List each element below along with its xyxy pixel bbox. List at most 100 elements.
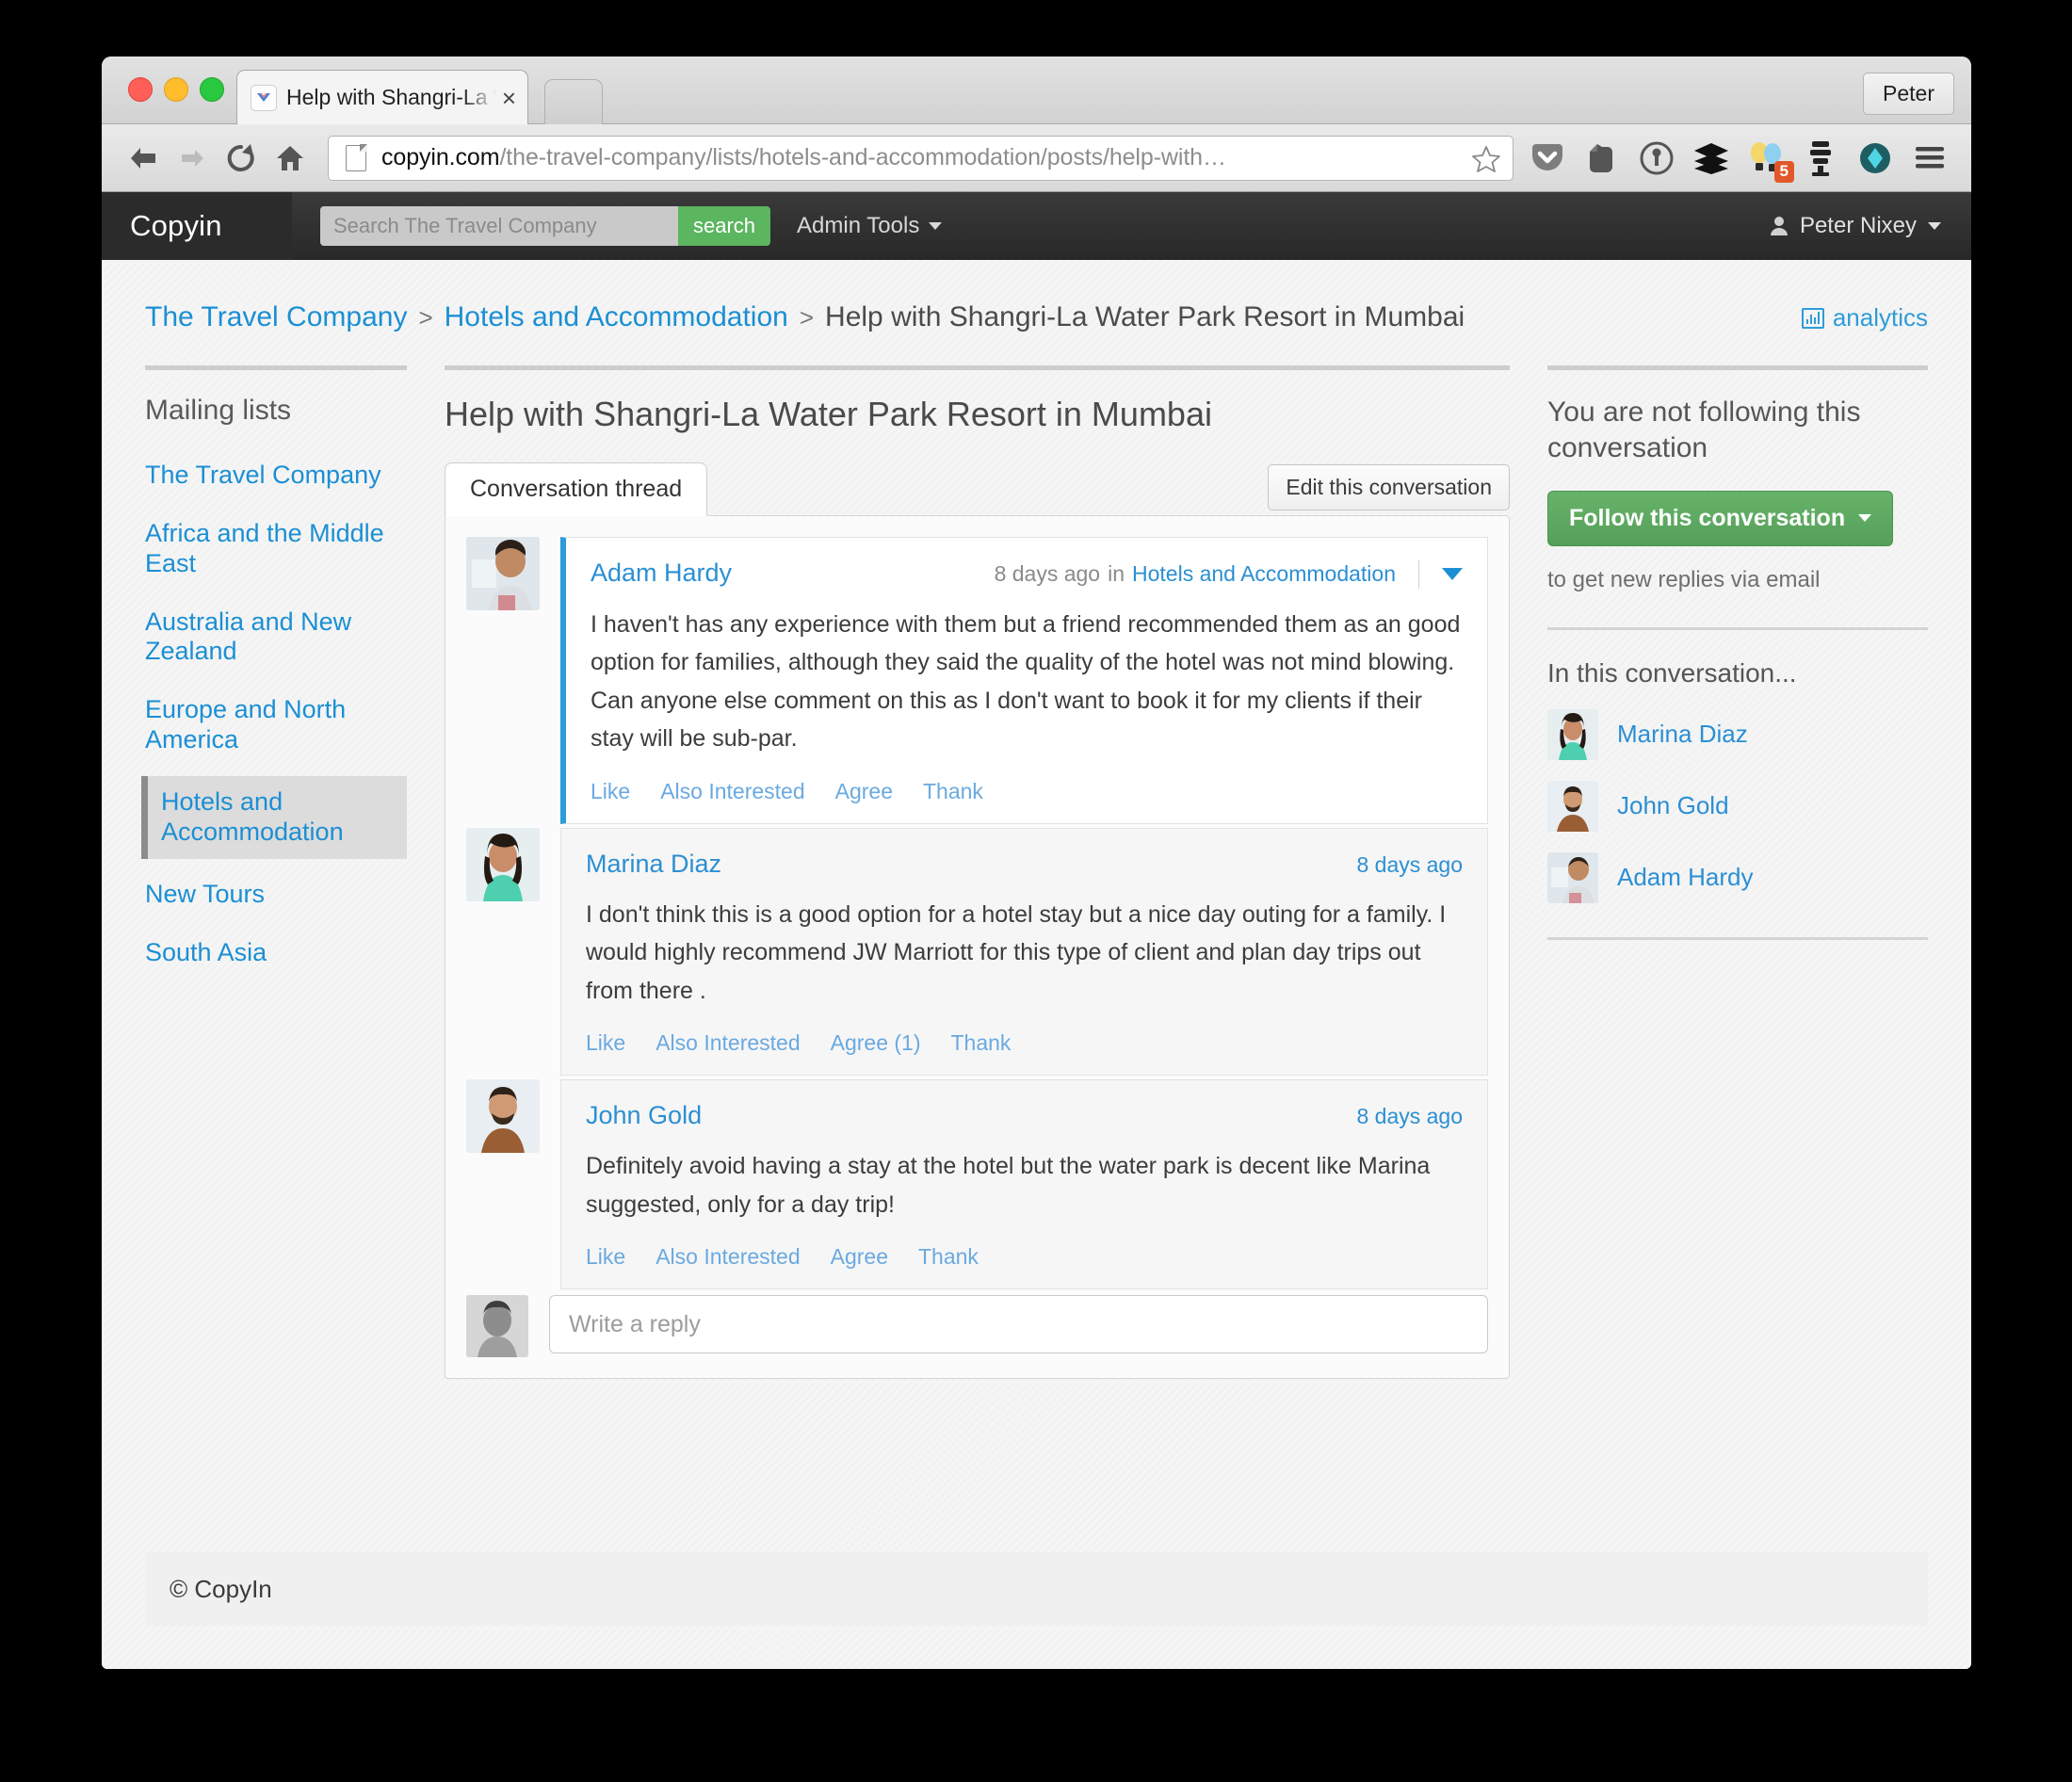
browser-titlebar: Help with Shangri-La Water Park Resort i… (102, 57, 1971, 124)
post-list-link[interactable]: Hotels and Accommodation (1132, 561, 1396, 587)
sidebar-item-africa-middle-east[interactable]: Africa and the Middle East (145, 511, 407, 587)
tab-bar: Conversation thread Edit this conversati… (445, 462, 1510, 515)
follow-conversation-button[interactable]: Follow this conversation (1547, 491, 1893, 546)
breadcrumb-item-current: Help with Shangri-La Water Park Resort i… (825, 301, 1465, 333)
post-meta: 8 days ago (1356, 852, 1463, 878)
also-interested-action[interactable]: Also Interested (656, 1030, 800, 1056)
post-time: 8 days ago (1356, 1104, 1463, 1129)
participant-item[interactable]: Marina Diaz (1547, 709, 1928, 760)
page-info-icon (346, 145, 366, 171)
window-controls (128, 77, 224, 102)
bar-chart-icon (1802, 308, 1824, 329)
post-author[interactable]: John Gold (586, 1101, 702, 1130)
post-body: Marina Diaz 8 days ago I don't think thi… (560, 828, 1488, 1077)
edit-conversation-button[interactable]: Edit this conversation (1268, 464, 1510, 510)
post-author[interactable]: Marina Diaz (586, 850, 721, 879)
also-interested-action[interactable]: Also Interested (660, 779, 804, 804)
sidebar-item-europe-north-america[interactable]: Europe and North America (145, 688, 407, 763)
search-button[interactable]: search (678, 206, 770, 246)
avatar (1547, 781, 1598, 832)
agree-action[interactable]: Agree (835, 779, 893, 804)
user-icon (1770, 216, 1789, 236)
like-action[interactable]: Like (586, 1030, 625, 1056)
like-action[interactable]: Like (591, 779, 630, 804)
agree-action[interactable]: Agree (831, 1244, 888, 1270)
agree-action[interactable]: Agree (1) (831, 1030, 921, 1056)
breadcrumb: The Travel Company > Hotels and Accommod… (102, 260, 1971, 333)
follow-note: to get new replies via email (1547, 567, 1928, 593)
avatar (466, 537, 540, 610)
thank-action[interactable]: Thank (918, 1244, 979, 1270)
analytics-link[interactable]: analytics (1802, 303, 1928, 332)
sidebar-title: Mailing lists (145, 395, 407, 427)
sidebar-item-south-asia[interactable]: South Asia (145, 931, 407, 976)
search-input[interactable] (320, 206, 678, 246)
app-navbar: Copyin search Admin Tools Peter Nixey (102, 192, 1971, 260)
sidebar-item-new-tours[interactable]: New Tours (145, 872, 407, 917)
sidebar-separator (1547, 627, 1928, 630)
avatar (466, 1079, 540, 1153)
breadcrumb-item-list[interactable]: Hotels and Accommodation (445, 301, 788, 333)
chevron-down-icon (1858, 514, 1871, 522)
evernote-icon[interactable] (1581, 138, 1623, 179)
post-header: John Gold 8 days ago (586, 1101, 1463, 1130)
new-tab-button[interactable] (544, 79, 603, 124)
bookmark-star-icon[interactable] (1467, 140, 1505, 178)
post-in-label: in (1108, 561, 1125, 587)
sidebar-separator-bottom (1547, 937, 1928, 940)
admin-tools-menu[interactable]: Admin Tools (797, 213, 942, 239)
forward-icon[interactable] (168, 134, 217, 183)
traffic-light-icon[interactable] (1800, 138, 1841, 179)
address-bar[interactable]: copyin.com/the-travel-company/lists/hote… (328, 136, 1514, 181)
browser-window: Help with Shangri-La Water Park Resort i… (102, 57, 1971, 1669)
meta-divider (1418, 560, 1419, 589)
browser-profile-button[interactable]: Peter (1863, 73, 1954, 115)
thank-action[interactable]: Thank (951, 1030, 1012, 1056)
breadcrumb-separator: > (418, 303, 432, 332)
post-options-caret-icon[interactable] (1442, 568, 1463, 580)
app-logo[interactable]: Copyin (102, 192, 292, 260)
like-action[interactable]: Like (586, 1244, 625, 1270)
page-title: Help with Shangri-La Water Park Resort i… (445, 395, 1510, 434)
close-window-button[interactable] (128, 77, 153, 102)
browser-tab[interactable]: Help with Shangri-La Water Park Resort i… (236, 70, 528, 124)
reply-input[interactable] (549, 1295, 1488, 1353)
post-actions: Like Also Interested Agree (1) Thank (586, 1030, 1463, 1056)
buffer-icon[interactable] (1691, 138, 1732, 179)
in-conversation-title: In this conversation... (1547, 658, 1928, 688)
post-item: John Gold 8 days ago Definitely avoid ha… (445, 1079, 1509, 1289)
user-menu[interactable]: Peter Nixey (1770, 213, 1941, 239)
post-author[interactable]: Adam Hardy (591, 559, 732, 588)
admin-tools-label: Admin Tools (797, 213, 919, 239)
participant-item[interactable]: John Gold (1547, 781, 1928, 832)
browser-tab-title: Help with Shangri-La Water Park Resort i… (286, 85, 496, 110)
1password-icon[interactable] (1636, 138, 1677, 179)
minimize-window-button[interactable] (164, 77, 188, 102)
participant-item[interactable]: Adam Hardy (1547, 852, 1928, 903)
chevron-down-icon (1928, 222, 1941, 230)
back-icon[interactable] (119, 134, 168, 183)
lightbulbs-icon[interactable]: 5 (1745, 138, 1787, 179)
also-interested-action[interactable]: Also Interested (656, 1244, 800, 1270)
tab-conversation-thread[interactable]: Conversation thread (445, 462, 707, 516)
diamond-icon[interactable] (1854, 138, 1896, 179)
page-footer: © CopyIn (145, 1552, 1928, 1626)
breadcrumb-item-company[interactable]: The Travel Company (145, 301, 407, 333)
reload-icon[interactable] (217, 134, 266, 183)
notification-badge: 5 (1774, 161, 1794, 182)
thank-action[interactable]: Thank (923, 779, 983, 804)
maximize-window-button[interactable] (200, 77, 224, 102)
browser-menu-icon[interactable] (1909, 138, 1951, 179)
content-columns: Mailing lists The Travel Company Africa … (102, 333, 1971, 1379)
sidebar-item-australia-new-zealand[interactable]: Australia and New Zealand (145, 600, 407, 675)
close-tab-icon[interactable]: × (502, 86, 516, 110)
post-meta: 8 days ago in Hotels and Accommodation (995, 560, 1463, 589)
analytics-label: analytics (1833, 303, 1928, 332)
post-header: Adam Hardy 8 days ago in Hotels and Acco… (591, 559, 1463, 589)
avatar (1547, 852, 1598, 903)
pocket-icon[interactable] (1527, 138, 1568, 179)
sidebar-item-the-travel-company[interactable]: The Travel Company (145, 453, 407, 498)
home-icon[interactable] (266, 134, 315, 183)
sidebar-item-hotels-accommodation[interactable]: Hotels and Accommodation (141, 776, 407, 859)
post-item: Adam Hardy 8 days ago in Hotels and Acco… (445, 537, 1509, 824)
